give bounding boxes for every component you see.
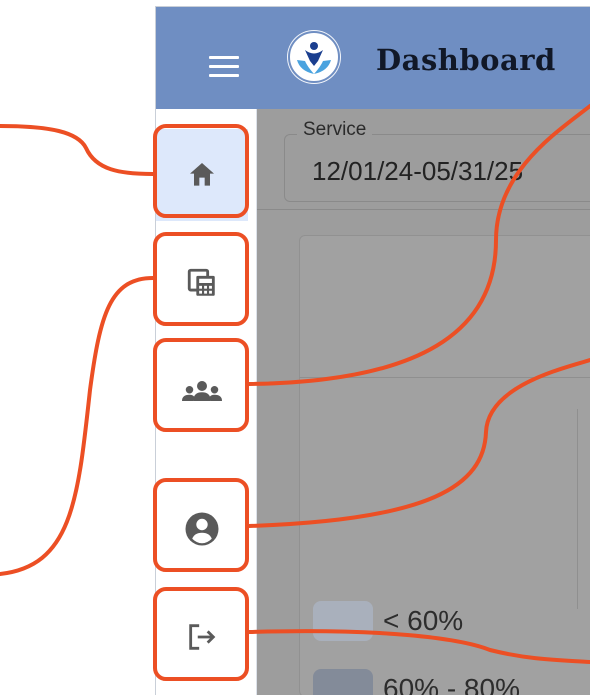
callout-box-calculator <box>153 232 249 326</box>
main-content-overlay: Service 12/01/24-05/31/25 < 60% 60% - 80… <box>257 109 590 695</box>
card-vertical-line <box>577 409 578 609</box>
divider <box>257 209 590 210</box>
legend-label: < 60% <box>383 605 464 636</box>
legend-swatch <box>313 669 373 695</box>
legend-swatch <box>313 601 373 641</box>
card-divider <box>299 377 590 378</box>
legend-item: < 60% <box>313 601 463 641</box>
app-logo <box>287 30 341 84</box>
service-field-label: Service <box>297 119 373 141</box>
legend-item: 60% - 80% <box>313 669 520 695</box>
callout-box-logout <box>153 587 249 681</box>
callout-box-groups <box>153 338 249 432</box>
hamburger-menu-icon[interactable] <box>209 56 239 80</box>
top-bar: Dashboard <box>156 7 590 109</box>
callout-box-home <box>153 124 249 218</box>
service-field-value: 12/01/24-05/31/25 <box>312 156 524 186</box>
legend-label: 60% - 80% <box>383 673 520 695</box>
page-title: Dashboard <box>376 43 556 77</box>
callout-box-profile <box>153 478 249 572</box>
